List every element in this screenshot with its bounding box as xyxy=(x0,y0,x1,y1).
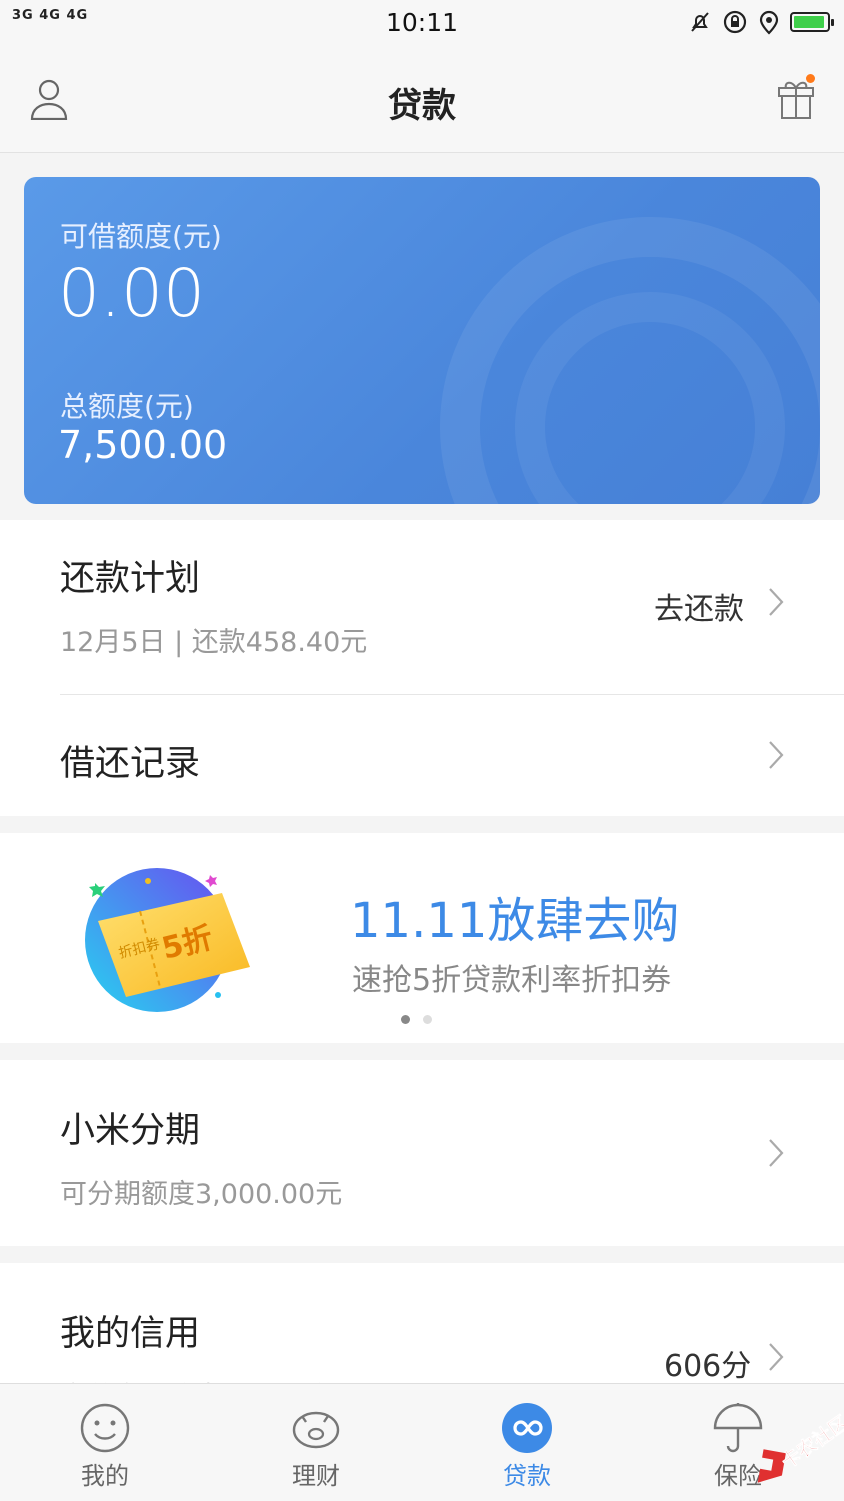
go-repay-button[interactable]: 去还款 xyxy=(654,584,744,628)
credit-title: 我的信用 xyxy=(60,1314,201,1354)
available-limit-value: 0.00 xyxy=(58,255,205,332)
total-limit-value: 7,500.00 xyxy=(58,423,228,467)
carousel-dot-active[interactable] xyxy=(401,1015,410,1024)
promo-banner[interactable]: 折扣券 5折 11.11放肆去购 速抢5折贷款利率折扣券 xyxy=(0,833,844,1043)
promo-title: 11.11放肆去购 xyxy=(350,893,680,949)
status-icons xyxy=(688,9,834,35)
coupon-illustration: 折扣券 5折 xyxy=(85,868,250,1012)
repay-plan-detail: 12月5日 | 还款458.40元 xyxy=(60,627,368,658)
promo-subtitle: 速抢5折贷款利率折扣券 xyxy=(352,963,672,998)
installment-detail: 可分期额度3,000.00元 xyxy=(60,1179,343,1210)
loan-records-row[interactable]: 借还记录 xyxy=(0,695,844,816)
chevron-right-icon xyxy=(769,1343,784,1371)
repay-plan-title: 还款计划 xyxy=(60,559,201,599)
credit-detail: 完善身份信息，提升信用分 xyxy=(60,1375,384,1383)
loan-actions-section: 还款计划 12月5日 | 还款458.40元 去还款 借还记录 xyxy=(0,520,844,816)
rotation-lock-icon xyxy=(723,10,747,34)
notification-badge xyxy=(806,74,815,83)
credit-limit-card[interactable]: 可借额度(元) 0.00 总额度(元) 7,500.00 xyxy=(24,177,820,504)
infinity-icon xyxy=(502,1403,552,1453)
loan-records-title: 借还记录 xyxy=(60,744,201,784)
chevron-right-icon xyxy=(769,588,784,616)
tab-label: 理财 xyxy=(292,1462,340,1490)
tab-mine[interactable]: 我的 xyxy=(35,1384,175,1501)
credit-score: 606分 xyxy=(664,1349,752,1383)
credit-row[interactable]: 我的信用 完善身份信息，提升信用分 606分 xyxy=(0,1263,844,1383)
app-header: 贷款 xyxy=(0,48,844,153)
infinity-watermark-icon xyxy=(440,217,820,504)
tab-wealth[interactable]: 理财 xyxy=(246,1384,386,1501)
community-watermark-logo: 卡农社区 xyxy=(757,1411,844,1483)
location-icon xyxy=(759,10,779,35)
mute-bell-icon xyxy=(691,12,709,32)
bottom-tab-bar: 我的 理财 贷款 保险 xyxy=(0,1383,844,1501)
carousel-dot[interactable] xyxy=(423,1015,432,1024)
status-bar: 3G 4G 4G 10:11 xyxy=(0,0,844,48)
battery-icon xyxy=(790,12,834,32)
battery-level xyxy=(794,16,824,28)
repay-plan-row[interactable]: 还款计划 12月5日 | 还款458.40元 去还款 xyxy=(0,520,844,694)
smile-icon xyxy=(80,1403,130,1453)
available-limit-label: 可借额度(元) xyxy=(60,220,222,253)
installment-row[interactable]: 小米分期 可分期额度3,000.00元 xyxy=(0,1060,844,1246)
installment-title: 小米分期 xyxy=(60,1111,201,1151)
chevron-right-icon xyxy=(769,741,784,769)
tab-label: 我的 xyxy=(81,1462,129,1490)
page-title: 贷款 xyxy=(388,86,456,126)
total-limit-label: 总额度(元) xyxy=(60,390,194,423)
tab-loan[interactable]: 贷款 xyxy=(457,1384,597,1501)
svg-text:卡农社区: 卡农社区 xyxy=(777,1411,844,1473)
tab-label-active: 贷款 xyxy=(503,1462,551,1490)
chevron-right-icon xyxy=(769,1139,784,1167)
piggy-bank-icon xyxy=(292,1411,340,1449)
